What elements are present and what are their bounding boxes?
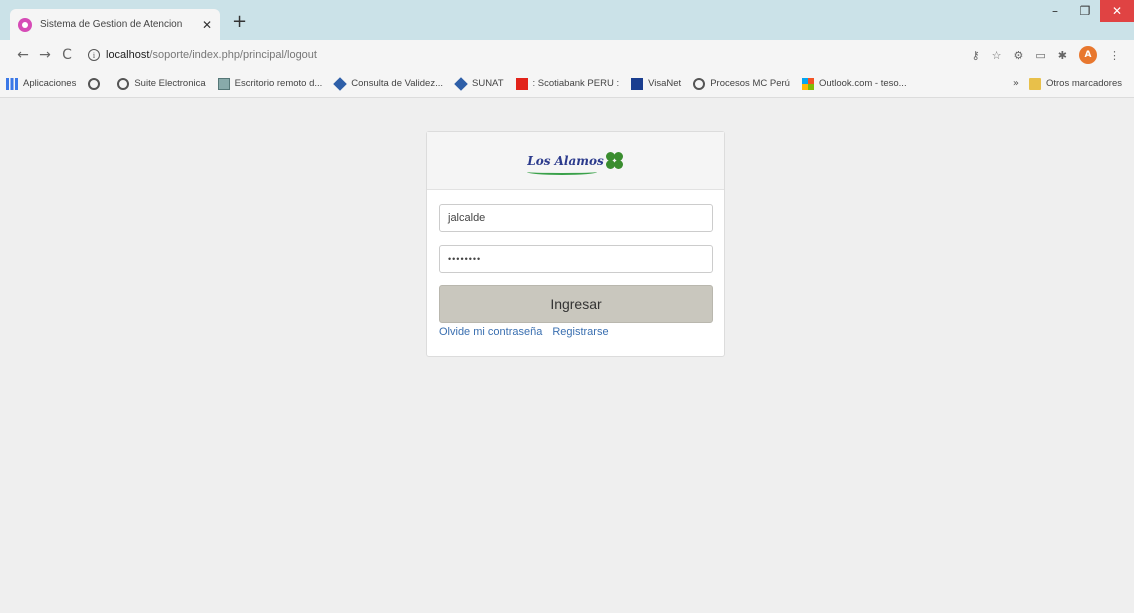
other-bookmarks-label: Otros marcadores: [1045, 78, 1122, 89]
forgot-password-link[interactable]: Olvide mi contraseña: [439, 326, 542, 338]
username-field[interactable]: jalcalde: [439, 204, 713, 232]
diamond-icon: [454, 76, 468, 91]
toolbar-actions: ⚷ ☆ ⚙ ▭ ✱ A ⋮: [972, 46, 1134, 64]
star-bookmark-icon[interactable]: ☆: [992, 49, 1002, 62]
url-text: localhost/soporte/index.php/principal/lo…: [106, 49, 317, 61]
key-icon[interactable]: ⚷: [972, 49, 980, 62]
profile-avatar[interactable]: A: [1079, 46, 1097, 64]
forward-arrow-icon[interactable]: →: [34, 47, 56, 63]
site-info-icon[interactable]: i: [88, 49, 100, 61]
bookmark-label: Consulta de Validez...: [351, 78, 443, 89]
logo-swoosh: [527, 169, 598, 175]
login-links: Olvide mi contraseña Registrarse: [439, 326, 609, 338]
more-bookmarks-button[interactable]: »: [1013, 78, 1019, 89]
other-bookmarks[interactable]: Otros marcadores: [1028, 77, 1122, 90]
browser-tab[interactable]: Sistema de Gestion de Atencion ✕: [10, 9, 220, 40]
address-bar[interactable]: i localhost/soporte/index.php/principal/…: [88, 43, 972, 67]
bookmark-procesos-mc[interactable]: Procesos MC Perú: [693, 77, 790, 90]
bookmark-visanet[interactable]: VisaNet: [631, 77, 682, 90]
password-field[interactable]: ••••••••: [439, 245, 713, 273]
bookmark-label: Procesos MC Perú: [710, 78, 790, 89]
bookmark-globe[interactable]: [88, 77, 105, 90]
visanet-icon: [631, 77, 644, 90]
bookmark-scotiabank[interactable]: : Scotiabank PERU :: [515, 77, 620, 90]
close-window-button[interactable]: ✕: [1100, 0, 1134, 22]
remote-desktop-icon: [217, 77, 230, 90]
register-link[interactable]: Registrarse: [552, 326, 608, 338]
bookmark-apps[interactable]: Aplicaciones: [6, 77, 77, 90]
bookmark-label: : Scotiabank PERU :: [532, 78, 620, 89]
bookmark-suite-electronica[interactable]: Suite Electronica: [117, 77, 206, 90]
bookmark-label: VisaNet: [648, 78, 682, 89]
bookmark-sunat[interactable]: SUNAT: [454, 76, 504, 91]
bookmark-escritorio-remoto[interactable]: Escritorio remoto d...: [217, 77, 323, 90]
tab-close-icon[interactable]: ✕: [202, 18, 212, 32]
puzzle-icon[interactable]: ✱: [1058, 49, 1067, 62]
back-arrow-icon[interactable]: ←: [12, 47, 34, 63]
maximize-button[interactable]: ❐: [1070, 0, 1100, 22]
bookmarks-bar: Aplicaciones Suite Electronica Escritori…: [0, 70, 1134, 98]
extension-icon[interactable]: ⚙: [1014, 49, 1024, 62]
folder-icon: [1028, 77, 1041, 90]
scotiabank-icon: [515, 77, 528, 90]
bookmark-label: Escritorio remoto d...: [234, 78, 323, 89]
globe-icon: [88, 77, 101, 90]
bookmark-label: Outlook.com - teso...: [818, 78, 907, 89]
los-alamos-logo: Los Alamos: [527, 151, 624, 175]
window-controls: – ❐ ✕: [1040, 0, 1134, 22]
menu-dots-icon[interactable]: ⋮: [1109, 49, 1120, 62]
new-tab-button[interactable]: +: [232, 13, 247, 31]
apps-icon: [6, 77, 18, 90]
bookmark-label: Aplicaciones: [23, 78, 77, 89]
bookmark-outlook[interactable]: Outlook.com - teso...: [801, 77, 907, 90]
navigation-toolbar: ← → C i localhost/soporte/index.php/prin…: [0, 40, 1134, 70]
diamond-icon: [333, 76, 348, 91]
url-path: /soporte/index.php/principal/logout: [149, 49, 317, 61]
logo-text: Los Alamos: [527, 153, 604, 168]
login-card: Los Alamos jalcalde •••••••• Ingresar Ol…: [426, 131, 725, 357]
bookmark-label: Suite Electronica: [134, 78, 206, 89]
cast-icon[interactable]: ▭: [1035, 49, 1045, 62]
globe-icon: [693, 77, 706, 90]
url-host: localhost: [106, 49, 150, 61]
login-button[interactable]: Ingresar: [439, 285, 713, 323]
site-favicon-icon: [18, 17, 32, 32]
minimize-button[interactable]: –: [1040, 0, 1070, 22]
microsoft-icon: [801, 77, 814, 90]
login-card-header: Los Alamos: [427, 132, 724, 190]
bookmark-label: SUNAT: [472, 78, 504, 89]
globe-icon: [117, 77, 130, 90]
reload-icon[interactable]: C: [56, 47, 78, 63]
bookmark-consulta-validez[interactable]: Consulta de Validez...: [333, 76, 443, 91]
tab-bar: Sistema de Gestion de Atencion ✕ + – ❐ ✕: [0, 0, 1134, 40]
tab-title: Sistema de Gestion de Atencion: [40, 19, 183, 30]
clover-icon: [605, 151, 624, 170]
